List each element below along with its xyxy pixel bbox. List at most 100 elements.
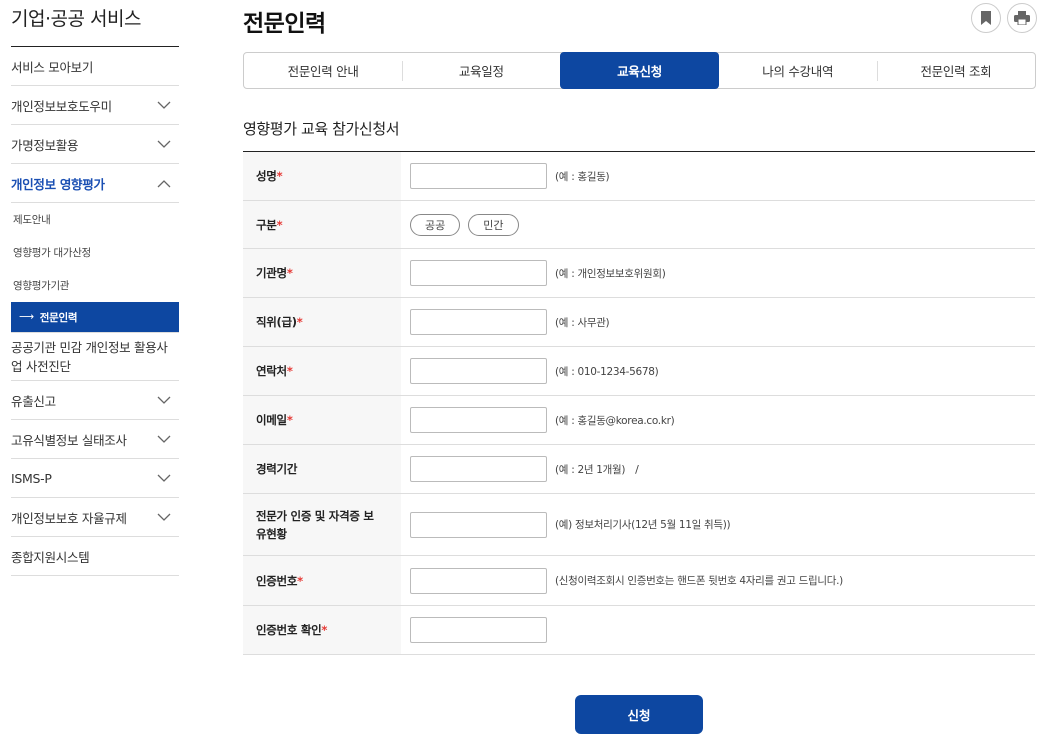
page-tools: [971, 3, 1037, 33]
field-hint: (예 : 2년 1개월): [555, 463, 626, 476]
form-row-name: 성명 * (예 : 홍길동): [243, 152, 1035, 201]
email-input[interactable]: [410, 407, 547, 433]
form-row-email: 이메일 * (예 : 홍길동@korea.co.kr): [243, 396, 1035, 445]
field-hint: (예 : 개인정보보호위원회): [555, 267, 666, 280]
chevron-down-icon: [157, 435, 171, 443]
sidebar-item-label: 개인정보보호 자율규제: [11, 510, 127, 526]
tab-expert-guide[interactable]: 전문인력 안내: [244, 53, 402, 88]
form-row-career: 경력기간 (예 : 2년 1개월) /: [243, 445, 1035, 494]
field-label: 인증번호 *: [243, 556, 401, 605]
form-title: 영향평가 교육 참가신청서: [243, 120, 400, 138]
sidebar-item-label: 공공기관 민감 개인정보 활용사업 사전진단: [11, 339, 168, 374]
name-input[interactable]: [410, 163, 547, 189]
submenu-item-system-guide[interactable]: 제도안내: [11, 203, 179, 236]
submenu-item-agencies[interactable]: 영향평가기관: [11, 269, 179, 302]
submenu-item-cost-calc[interactable]: 영향평가 대가산정: [11, 236, 179, 269]
sidebar-title: 기업·공공 서비스: [11, 0, 179, 47]
field-hint: (예) 정보처리기사(12년 5월 11일 취득)): [555, 519, 731, 531]
field-label: 직위(급) *: [243, 298, 401, 346]
field-label: 구분 *: [243, 201, 401, 248]
print-button[interactable]: [1007, 3, 1037, 33]
field-label: 경력기간: [243, 445, 401, 493]
submit-button[interactable]: 신청: [575, 695, 703, 734]
career-input[interactable]: [410, 456, 547, 482]
auth-number-confirm-input[interactable]: [410, 617, 547, 643]
field-hint: (예 : 홍길동@korea.co.kr): [555, 414, 675, 427]
required-mark: *: [276, 169, 283, 183]
field-label: 성명 *: [243, 152, 401, 200]
tab-apply[interactable]: 교육신청: [560, 52, 719, 89]
sidebar-item-label: 서비스 모아보기: [11, 59, 94, 75]
sidebar-item-pseudonym[interactable]: 가명정보활용: [11, 125, 179, 164]
field-hint: (예 : 홍길동): [555, 170, 610, 183]
sidebar-item-label: 유출신고: [11, 393, 56, 409]
form-row-authno: 인증번호 * (신청이력조회시 인증번호는 핸드폰 뒷번호 4자리를 권고 드립니…: [243, 556, 1035, 606]
required-mark: *: [296, 315, 303, 329]
chevron-down-icon: [157, 513, 171, 521]
auth-number-input[interactable]: [410, 567, 547, 594]
sidebar-item-support-system[interactable]: 종합지원시스템: [11, 537, 179, 576]
bookmark-button[interactable]: [971, 3, 1001, 33]
field-hint: (예 : 010-1234-5678): [555, 365, 659, 378]
print-icon: [1014, 11, 1030, 25]
sidebar-item-pre-diagnosis[interactable]: 공공기관 민감 개인정보 활용사업 사전진단: [11, 333, 179, 381]
tab-bar: 전문인력 안내 교육일정 교육신청 나의 수강내역 전문인력 조회: [243, 52, 1036, 89]
separator: /: [635, 462, 639, 476]
org-input[interactable]: [410, 260, 547, 286]
sidebar-item-label: 가명정보활용: [11, 137, 79, 153]
arrow-right-icon: ⟶: [19, 311, 34, 323]
form-row-type: 구분 * 공공 민간: [243, 201, 1035, 249]
sidebar-item-label: 종합지원시스템: [11, 549, 90, 565]
field-label: 이메일 *: [243, 396, 401, 444]
cert-input[interactable]: [410, 511, 547, 538]
tab-expert-search[interactable]: 전문인력 조회: [876, 53, 1035, 88]
sidebar-item-leak-report[interactable]: 유출신고: [11, 381, 179, 420]
submenu-item-label: 전문인력: [39, 311, 78, 324]
submenu-item-experts[interactable]: ⟶ 전문인력: [11, 302, 179, 332]
field-label: 기관명 *: [243, 249, 401, 297]
chevron-down-icon: [157, 140, 171, 148]
application-form: 성명 * (예 : 홍길동) 구분 * 공공 민간 기관명 * (예 : 개인정보보호…: [243, 151, 1035, 655]
sidebar-item-impact-assessment[interactable]: 개인정보 영향평가: [11, 164, 179, 203]
sidebar-item-privacy-helper[interactable]: 개인정보보호도우미: [11, 86, 179, 125]
main-content: 전문인력 전문인력 안내 교육일정 교육신청 나의 수강내역 전문인력 조회 영…: [243, 0, 1037, 734]
form-row-position: 직위(급) * (예 : 사무관): [243, 298, 1035, 347]
chevron-down-icon: [157, 396, 171, 404]
bookmark-icon: [981, 11, 991, 25]
sidebar-item-self-regulation[interactable]: 개인정보보호 자율규제: [11, 498, 179, 537]
required-mark: *: [276, 217, 283, 232]
required-mark: *: [286, 266, 293, 280]
field-hint: (예 : 사무관): [555, 316, 610, 329]
sidebar-item-label: ISMS-P: [11, 470, 52, 486]
sidebar: 기업·공공 서비스 서비스 모아보기 개인정보보호도우미 가명정보활용 개인정보…: [11, 0, 179, 576]
chevron-down-icon: [157, 474, 171, 482]
form-row-phone: 연락처 * (예 : 010-1234-5678): [243, 347, 1035, 396]
type-option-private[interactable]: 민간: [468, 213, 519, 236]
sidebar-item-label: 고유식별정보 실태조사: [11, 432, 127, 448]
required-mark: *: [321, 623, 328, 637]
required-mark: *: [297, 573, 303, 588]
form-row-cert: 전문가 인증 및 자격증 보유현황 (예) 정보처리기사(12년 5월 11일 …: [243, 494, 1035, 556]
phone-input[interactable]: [410, 358, 547, 384]
field-label: 인증번호 확인 *: [243, 606, 401, 654]
type-option-public[interactable]: 공공: [410, 213, 461, 236]
sidebar-item-label: 개인정보 영향평가: [11, 176, 105, 192]
field-label: 전문가 인증 및 자격증 보유현황: [243, 494, 401, 555]
field-hint: (신청이력조회시 인증번호는 핸드폰 뒷번호 4자리를 권고 드립니다.): [555, 575, 843, 587]
form-row-org: 기관명 * (예 : 개인정보보호위원회): [243, 249, 1035, 298]
tab-schedule[interactable]: 교육일정: [402, 53, 560, 88]
tab-my-courses[interactable]: 나의 수강내역: [719, 53, 877, 88]
page-title: 전문인력: [243, 11, 326, 37]
sidebar-item-service-overview[interactable]: 서비스 모아보기: [11, 47, 179, 86]
form-row-authno-confirm: 인증번호 확인 *: [243, 606, 1035, 655]
field-label: 연락처 *: [243, 347, 401, 395]
chevron-up-icon: [157, 179, 171, 187]
position-input[interactable]: [410, 309, 547, 335]
required-mark: *: [286, 413, 293, 427]
submenu: 제도안내 영향평가 대가산정 영향평가기관 ⟶ 전문인력: [11, 203, 179, 333]
chevron-down-icon: [157, 101, 171, 109]
sidebar-item-unique-id-survey[interactable]: 고유식별정보 실태조사: [11, 420, 179, 459]
sidebar-item-isms-p[interactable]: ISMS-P: [11, 459, 179, 498]
sidebar-item-label: 개인정보보호도우미: [11, 98, 112, 114]
required-mark: *: [286, 364, 293, 378]
